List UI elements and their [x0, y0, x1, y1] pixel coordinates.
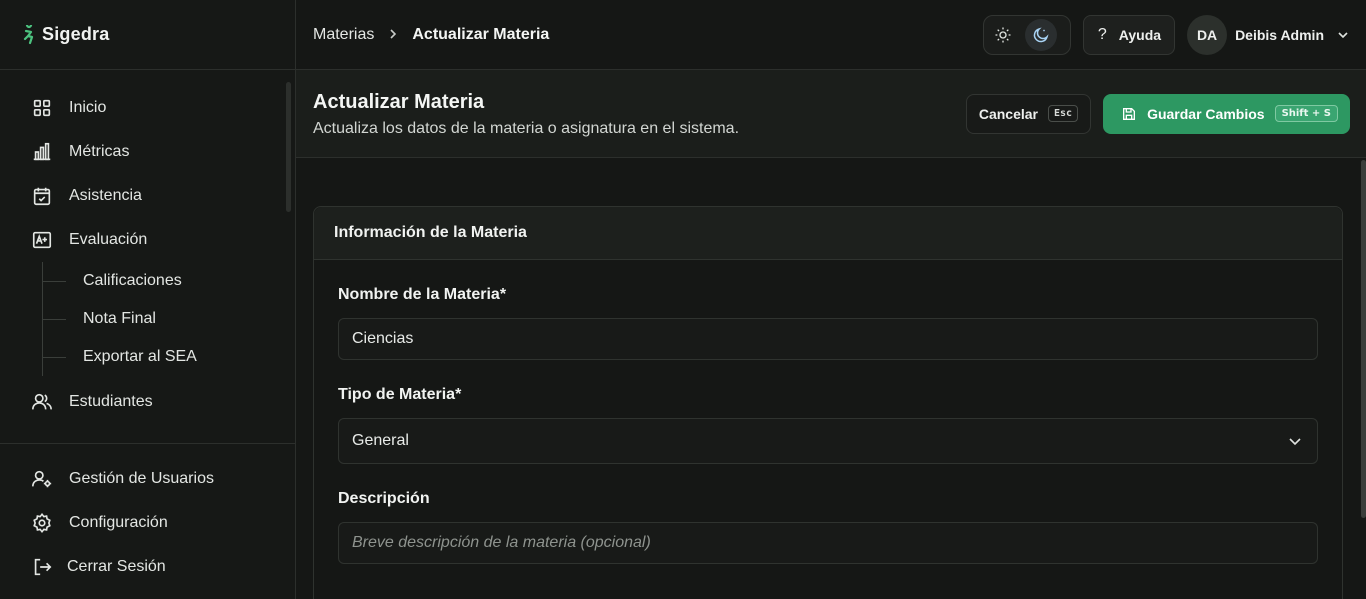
- page-actions: Cancelar Esc Guardar Cambios Shift + S: [965, 93, 1350, 134]
- type-field-label: Tipo de Materia*: [338, 386, 462, 403]
- sidebar-item-label: Cerrar Sesión: [67, 558, 166, 575]
- bar-chart-icon: [33, 142, 51, 161]
- page-header-text: Actualizar Materia Actualiza los datos d…: [313, 89, 739, 138]
- sidebar-item-label: Métricas: [69, 143, 130, 160]
- type-field-group: Tipo de Materia* General: [338, 386, 1318, 464]
- card-body: Nombre de la Materia* Ciencias Tipo de M…: [314, 260, 1342, 564]
- chevron-down-icon: [1289, 438, 1301, 446]
- sidebar-item-metricas[interactable]: Métricas: [0, 130, 295, 174]
- topbar: Materias Actualizar Materia ? Ayuda DA D…: [296, 0, 1366, 70]
- brand-name: Sigedra: [42, 24, 110, 44]
- sidebar: Sigedra Inicio Métricas Asistencia Evalu…: [0, 0, 296, 599]
- cancel-shortcut-badge: Esc: [1048, 105, 1079, 122]
- sidebar-bottom: Gestión de Usuarios Configuración Cerrar…: [0, 443, 295, 599]
- save-changes-button[interactable]: Guardar Cambios Shift + S: [1103, 93, 1350, 134]
- app-root: Sigedra Inicio Métricas Asistencia Evalu…: [0, 0, 1366, 599]
- settings-icon: [33, 512, 51, 534]
- content-scrollbar[interactable]: [1361, 160, 1366, 518]
- dark-theme-button[interactable]: [1024, 18, 1057, 51]
- sidebar-subitem-label: Calificaciones: [83, 272, 182, 289]
- sidebar-item-label: Configuración: [69, 514, 168, 531]
- materia-info-card: Información de la Materia Nombre de la M…: [313, 206, 1343, 599]
- content-area: Información de la Materia Nombre de la M…: [296, 158, 1366, 599]
- theme-toggle: [982, 14, 1071, 55]
- calendar-check-icon: [33, 187, 51, 206]
- name-field-label: Nombre de la Materia*: [338, 286, 507, 303]
- breadcrumb-current: Actualizar Materia: [412, 25, 550, 43]
- sidebar-subitem-exportar-sea[interactable]: Exportar al SEA: [42, 338, 295, 376]
- cancel-label: Cancelar: [978, 105, 1039, 122]
- breadcrumb: Materias Actualizar Materia: [313, 26, 549, 44]
- users-icon: [32, 393, 52, 410]
- user-cog-icon: [32, 470, 52, 488]
- main-area: Materias Actualizar Materia ? Ayuda DA D…: [296, 0, 1366, 599]
- sidebar-subitem-label: Nota Final: [83, 310, 156, 327]
- subject-type-value: General: [352, 432, 409, 449]
- top-actions: ? Ayuda DA Deibis Admin: [982, 14, 1350, 55]
- sidebar-subitem-nota-final[interactable]: Nota Final: [42, 300, 295, 338]
- breadcrumb-parent-link[interactable]: Materias: [313, 26, 374, 44]
- avatar: DA: [1187, 14, 1228, 55]
- sidebar-item-label: Estudiantes: [69, 393, 153, 410]
- sidebar-item-label: Gestión de Usuarios: [69, 470, 214, 487]
- subject-name-value: Ciencias: [352, 330, 414, 347]
- sidebar-item-gestion-usuarios[interactable]: Gestión de Usuarios: [0, 457, 295, 501]
- brand[interactable]: Sigedra: [0, 0, 295, 70]
- question-icon: ?: [1097, 25, 1107, 43]
- sidebar-scrollbar[interactable]: [286, 82, 291, 212]
- page-title: Actualizar Materia: [313, 91, 485, 113]
- moon-icon: [1033, 26, 1049, 42]
- chevron-right-icon: [388, 27, 398, 43]
- sidebar-item-label: Evaluación: [69, 231, 148, 248]
- name-field-group: Nombre de la Materia* Ciencias: [338, 286, 1318, 360]
- subject-type-select[interactable]: General: [338, 418, 1318, 464]
- save-label: Guardar Cambios: [1147, 105, 1265, 122]
- sidebar-nav: Inicio Métricas Asistencia Evaluación Ca…: [0, 70, 295, 443]
- description-field-group: Descripción Breve descripción de la mate…: [338, 490, 1318, 564]
- description-placeholder: Breve descripción de la materia (opciona…: [352, 534, 651, 551]
- sidebar-item-cerrar-sesion[interactable]: Cerrar Sesión: [0, 545, 295, 589]
- page-subtitle: Actualiza los datos de la materia o asig…: [313, 120, 740, 137]
- sidebar-item-label: Asistencia: [69, 187, 142, 204]
- logo-icon: [22, 24, 36, 45]
- description-input[interactable]: Breve descripción de la materia (opciona…: [338, 522, 1318, 564]
- grid-icon: [33, 99, 51, 117]
- sidebar-item-label: Inicio: [69, 99, 107, 116]
- save-shortcut-badge: Shift + S: [1274, 105, 1338, 122]
- user-menu[interactable]: DA Deibis Admin: [1187, 14, 1350, 55]
- sidebar-item-inicio[interactable]: Inicio: [0, 86, 295, 130]
- subject-name-input[interactable]: Ciencias: [338, 318, 1318, 360]
- sun-icon: [995, 27, 1011, 42]
- page-header: Actualizar Materia Actualiza los datos d…: [296, 70, 1366, 158]
- help-label: Ayuda: [1118, 26, 1162, 43]
- logout-icon: [34, 558, 52, 576]
- cancel-button[interactable]: Cancelar Esc: [965, 93, 1092, 134]
- user-name: Deibis Admin: [1235, 26, 1324, 43]
- light-theme-button[interactable]: [987, 19, 1019, 51]
- sidebar-item-estudiantes[interactable]: Estudiantes: [0, 380, 295, 424]
- description-field-label: Descripción: [338, 490, 430, 507]
- help-button[interactable]: ? Ayuda: [1082, 14, 1176, 55]
- card-title: Información de la Materia: [314, 207, 1342, 260]
- grade-icon: [32, 231, 52, 249]
- sidebar-subitem-calificaciones[interactable]: Calificaciones: [42, 262, 295, 300]
- sidebar-item-asistencia[interactable]: Asistencia: [0, 174, 295, 218]
- evaluacion-submenu: Calificaciones Nota Final Exportar al SE…: [42, 262, 295, 376]
- sidebar-item-evaluacion[interactable]: Evaluación: [0, 218, 295, 262]
- chevron-down-icon: [1338, 31, 1348, 38]
- sidebar-subitem-label: Exportar al SEA: [83, 348, 197, 365]
- sidebar-item-configuracion[interactable]: Configuración: [0, 501, 295, 545]
- save-icon: [1123, 107, 1136, 120]
